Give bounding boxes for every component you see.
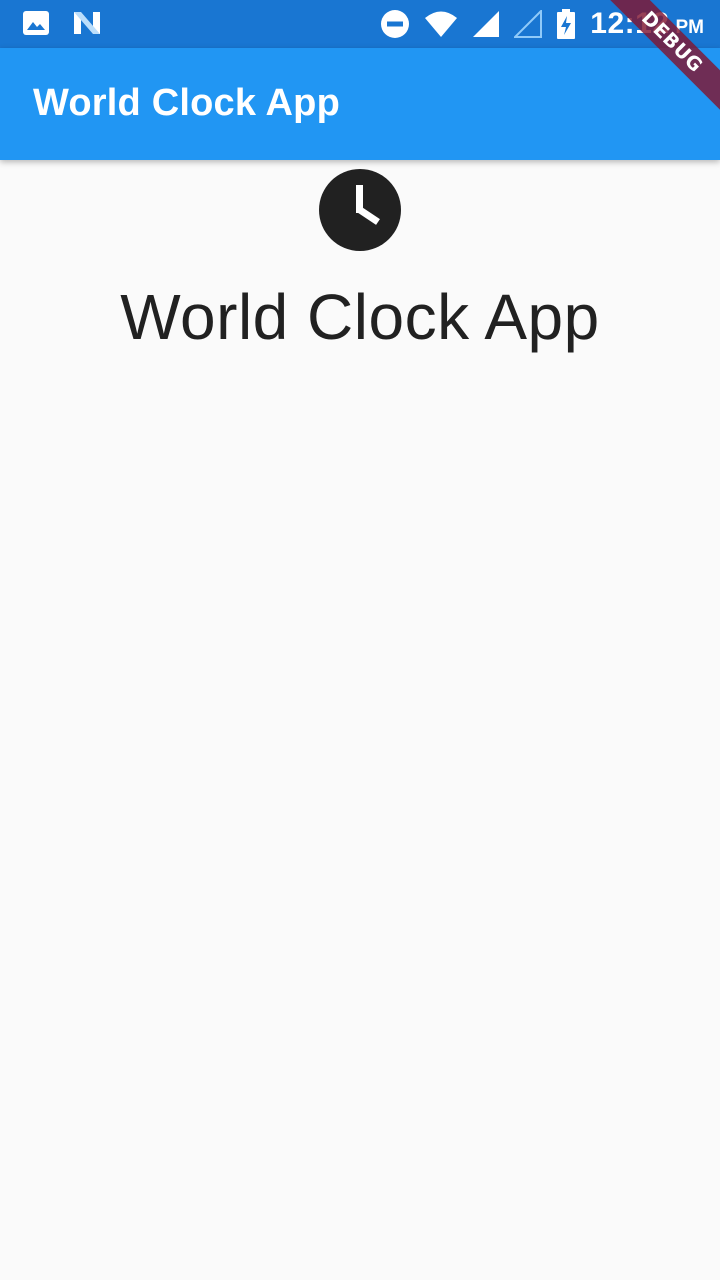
screen: 12:12 PM World Clock App World Clock App… [0, 0, 720, 1280]
main-content: World Clock App [0, 160, 720, 1280]
status-ampm: PM [675, 17, 705, 38]
page-title: World Clock App [120, 281, 600, 353]
clock-icon [319, 169, 401, 251]
app-bar: World Clock App [0, 48, 720, 160]
status-bar-left [22, 10, 102, 36]
wifi-icon [425, 11, 458, 37]
app-bar-title: World Clock App [33, 82, 340, 124]
gallery-icon [23, 11, 49, 35]
signal-empty-icon [514, 10, 543, 38]
status-bar: 12:12 PM [0, 0, 720, 48]
status-time: 12:12 [590, 7, 670, 40]
n-logo-icon [74, 12, 100, 34]
signal-icon [473, 11, 500, 37]
battery-charging-icon [557, 9, 576, 39]
status-clock: 12:12 PM [590, 7, 704, 41]
status-bar-right: 12:12 PM [380, 0, 704, 48]
do-not-disturb-icon [381, 10, 410, 38]
